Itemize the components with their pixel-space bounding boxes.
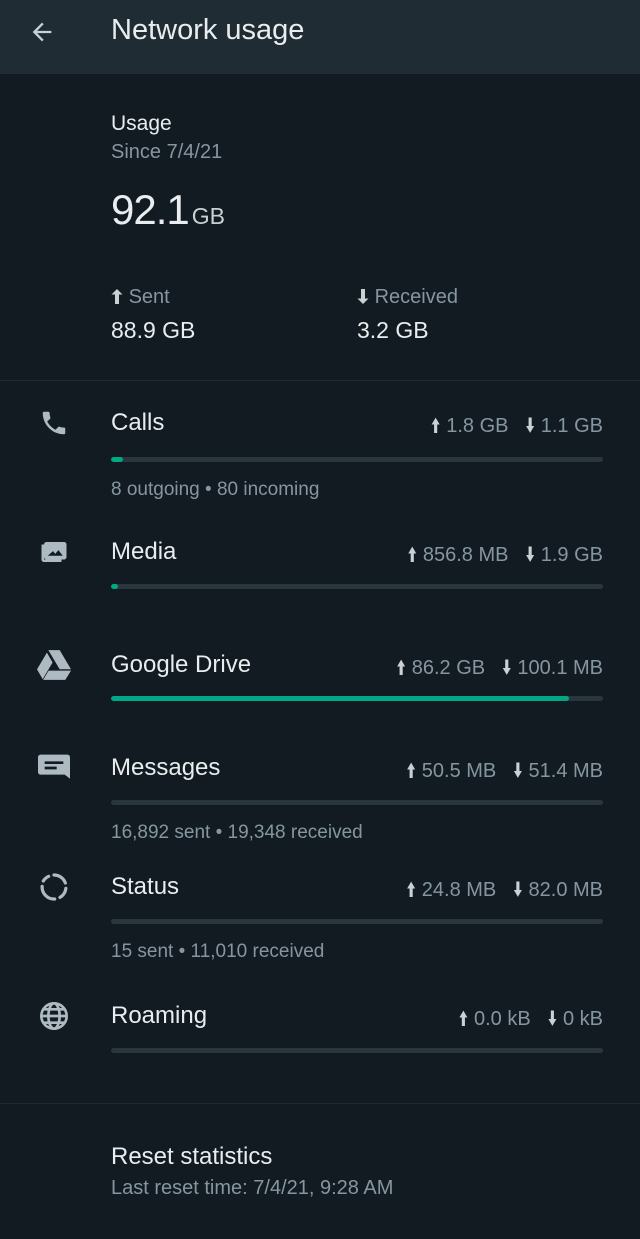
arrow-up-icon: 🠙 [396,657,407,679]
sent-value: 88.9 GB [111,317,196,343]
total-usage: 92.1 GB [111,186,611,234]
category-name: Media [111,538,177,565]
category-name: Calls [111,409,165,436]
total-usage-value: 92.1 [111,186,190,233]
usage-bar-fill [111,696,569,701]
received-label: Received [374,286,458,308]
usage-summary: Usage Since 7/4/21 92.1 GB [111,112,611,234]
received-amount: 0 kB [562,1008,603,1030]
reset-statistics-button[interactable]: Reset statistics Last reset time: 7/4/21… [111,1143,393,1200]
arrow-up-icon: 🠙 [406,760,417,782]
usage-bar [111,696,603,701]
category-name: Roaming [111,1002,208,1029]
category-stats: 🠙 0.0 kB 🠛 0 kB [458,1004,603,1038]
media-icon [36,534,72,570]
usage-bar [111,584,603,589]
category-stats: 🠙 1.8 GB 🠛 1.1 GB [431,411,603,445]
category-name: Google Drive [111,651,252,678]
arrow-down-icon: 🠛 [525,415,536,437]
arrow-left-icon [32,22,52,42]
page-title: Network usage [111,14,305,46]
status-icon [36,869,72,905]
arrow-up-icon: 🠙 [430,415,441,437]
category-name: Messages [111,754,221,781]
arrow-down-icon [357,289,369,304]
message-icon [36,750,72,786]
category-detail: 8 outgoing • 80 incoming [111,479,320,500]
usage-bar-fill [111,457,124,462]
globe-icon [36,998,72,1034]
category-roaming[interactable]: Roaming 🠙 0.0 kB 🠛 0 kB [0,998,640,1068]
sent-label: Sent [128,286,170,308]
sent-amount: 856.8 MB [422,544,509,566]
arrow-up-icon: 🠙 [458,1008,469,1030]
divider [0,380,640,381]
category-detail: 16,892 sent • 19,348 received [111,822,363,843]
received-summary: Received 3.2 GB [357,286,458,344]
reset-statistics-label: Reset statistics [111,1143,273,1170]
sent-amount: 86.2 GB [411,657,486,679]
received-amount: 51.4 MB [528,760,603,782]
category-stats: 🠙 50.5 MB 🠛 51.4 MB [406,756,603,790]
usage-bar [111,1048,603,1053]
received-amount: 82.0 MB [528,879,603,901]
category-stats: 🠙 86.2 GB 🠛 100.1 MB [396,653,603,687]
category-name: Status [111,873,180,900]
arrow-up-icon: 🠙 [407,544,418,566]
sent-summary: Sent 88.9 GB [111,286,195,344]
category-google-drive[interactable]: Google Drive 🠙 86.2 GB 🠛 100.1 MB [0,647,640,717]
category-media[interactable]: Media 🠙 856.8 MB 🠛 1.9 GB [0,534,640,604]
back-button[interactable] [22,12,62,52]
arrow-up-icon [111,289,123,304]
total-usage-unit: GB [191,203,225,229]
usage-bar [111,457,603,462]
sent-amount: 1.8 GB [446,415,509,437]
last-reset-time: Last reset time: 7/4/21, 9:28 AM [111,1177,394,1199]
arrow-down-icon: 🠛 [501,657,512,679]
sent-amount: 50.5 MB [421,760,497,782]
arrow-down-icon: 🠛 [512,760,523,782]
phone-icon [36,405,72,441]
sent-amount: 0.0 kB [474,1008,531,1030]
category-messages[interactable]: Messages 🠙 50.5 MB 🠛 51.4 MB 16,892 sent… [0,750,640,850]
usage-bar [111,919,603,924]
arrow-down-icon: 🠛 [547,1008,558,1030]
category-stats: 🠙 24.8 MB 🠛 82.0 MB [406,875,603,909]
arrow-down-icon: 🠛 [525,544,536,566]
sent-amount: 24.8 MB [421,879,497,901]
received-value: 3.2 GB [357,317,429,343]
divider [0,1103,640,1104]
category-detail: 15 sent • 11,010 received [111,941,325,962]
google-drive-icon [36,647,72,683]
category-status[interactable]: Status 🠙 24.8 MB 🠛 82.0 MB 15 sent • 11,… [0,869,640,969]
category-calls[interactable]: Calls 🠙 1.8 GB 🠛 1.1 GB 8 outgoing • 80 … [0,405,640,505]
received-amount: 1.9 GB [540,544,603,566]
received-amount: 100.1 MB [517,657,603,679]
usage-label: Usage [111,112,172,135]
usage-since: Since 7/4/21 [111,141,223,163]
arrow-up-icon: 🠙 [406,879,417,901]
received-amount: 1.1 GB [540,415,603,437]
arrow-down-icon: 🠛 [512,879,523,901]
usage-bar-fill [111,584,119,589]
app-bar: Network usage [0,0,640,74]
category-stats: 🠙 856.8 MB 🠛 1.9 GB [407,540,603,574]
usage-bar [111,800,603,805]
